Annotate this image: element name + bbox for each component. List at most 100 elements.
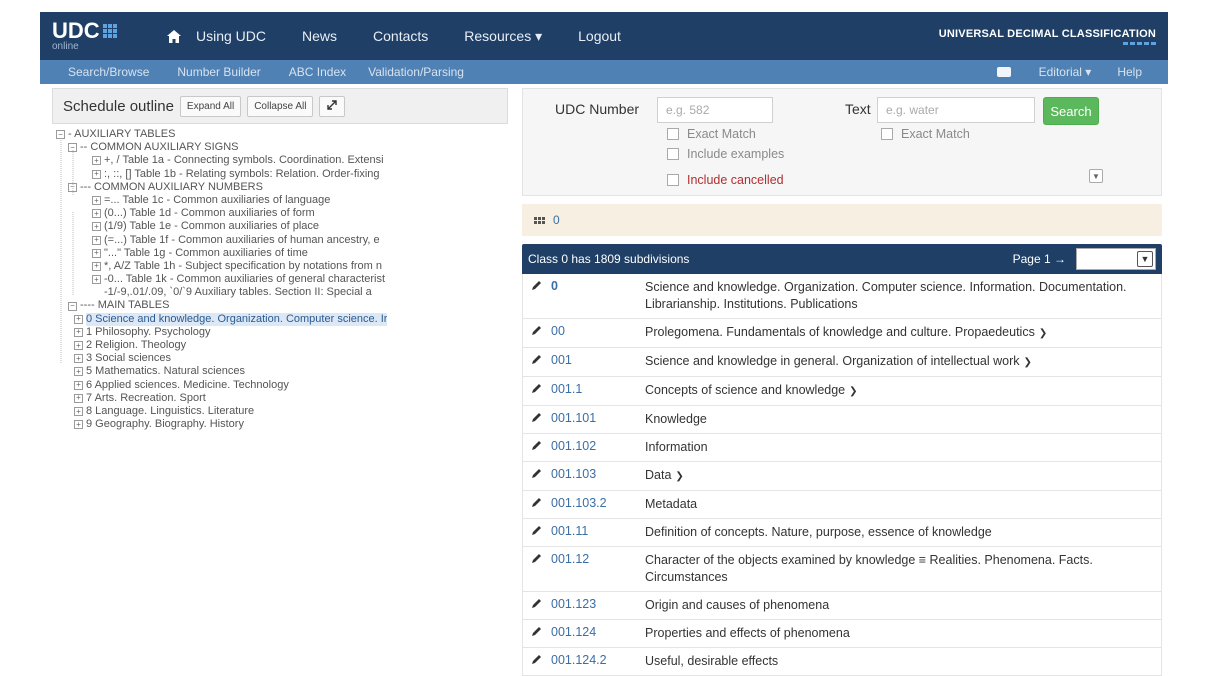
home-icon[interactable] bbox=[152, 29, 196, 43]
tree-node-table-1b[interactable]: +:, ::, [] Table 1b - Relating symbols: … bbox=[56, 168, 508, 181]
expand-icon[interactable]: + bbox=[74, 407, 83, 417]
nav-logout[interactable]: Logout bbox=[578, 28, 621, 44]
edit-pencil-icon[interactable] bbox=[523, 491, 547, 518]
tree-node-class-6[interactable]: +6 Applied sciences. Medicine. Technolog… bbox=[56, 379, 508, 392]
expand-icon[interactable]: + bbox=[92, 156, 101, 166]
include-cancelled-checkbox[interactable]: Include cancelled bbox=[667, 173, 784, 187]
expand-icon[interactable]: + bbox=[92, 261, 101, 271]
expand-icon[interactable]: + bbox=[74, 354, 83, 364]
edit-pencil-icon[interactable] bbox=[523, 348, 547, 376]
tree-node-section-ii[interactable]: -1/-9,.01/.09, `0/`9 Auxiliary tables. S… bbox=[56, 286, 508, 299]
subnav-number-builder[interactable]: Number Builder bbox=[177, 65, 260, 79]
tree-node-class-7[interactable]: +7 Arts. Recreation. Sport bbox=[56, 392, 508, 405]
tree-node-class-9[interactable]: +9 Geography. Biography. History bbox=[56, 418, 508, 431]
result-code[interactable]: 0 bbox=[547, 274, 645, 318]
collapse-icon[interactable]: − bbox=[68, 301, 77, 311]
resize-icon[interactable] bbox=[319, 95, 346, 117]
edit-pencil-icon[interactable] bbox=[523, 592, 547, 619]
comment-icon[interactable] bbox=[996, 67, 1011, 77]
expand-icon[interactable]: + bbox=[74, 367, 83, 377]
tree-node-common-auxiliary-numbers[interactable]: − --- COMMON AUXILIARY NUMBERS bbox=[56, 181, 508, 194]
chevron-down-icon[interactable]: ❯ bbox=[849, 386, 857, 397]
result-code[interactable]: 00 bbox=[547, 319, 645, 347]
tree-node-class-1[interactable]: +1 Philosophy. Psychology bbox=[56, 326, 508, 339]
nav-using-udc[interactable]: Using UDC bbox=[196, 28, 266, 44]
tree-node-main-tables[interactable]: − ---- MAIN TABLES bbox=[56, 299, 508, 312]
page-select[interactable]: ▼ bbox=[1076, 248, 1156, 270]
edit-pencil-icon[interactable] bbox=[523, 406, 547, 433]
tree-node-table-1k[interactable]: + -0... Table 1k - Common auxiliaries of … bbox=[56, 273, 508, 286]
chevron-down-icon[interactable]: ❯ bbox=[675, 471, 683, 482]
expand-icon[interactable]: + bbox=[92, 169, 101, 179]
collapse-icon[interactable]: − bbox=[56, 130, 65, 140]
result-code[interactable]: 001.12 bbox=[547, 547, 645, 591]
nav-contacts[interactable]: Contacts bbox=[373, 28, 428, 44]
nav-resources-dropdown[interactable]: Resources ▾ bbox=[464, 28, 542, 45]
expand-icon[interactable]: + bbox=[92, 275, 101, 285]
tree-node-class-0[interactable]: +0 Science and knowledge. Organization. … bbox=[56, 312, 508, 326]
result-code[interactable]: 001.101 bbox=[547, 406, 645, 433]
tree-node-table-1c[interactable]: + =... Table 1c - Common auxiliaries of l… bbox=[56, 194, 508, 207]
edit-pencil-icon[interactable] bbox=[523, 648, 547, 675]
subnav-help[interactable]: Help bbox=[1117, 65, 1142, 79]
result-code[interactable]: 001.124.2 bbox=[547, 648, 645, 675]
expand-icon[interactable]: + bbox=[92, 196, 101, 206]
expand-icon[interactable]: + bbox=[74, 327, 83, 337]
expand-icon[interactable]: + bbox=[74, 341, 83, 351]
edit-pencil-icon[interactable] bbox=[523, 462, 547, 490]
udc-number-input[interactable] bbox=[657, 97, 773, 123]
tree-node-table-1e[interactable]: + (1/9) Table 1e - Common auxiliaries of … bbox=[56, 220, 508, 233]
search-button[interactable]: Search bbox=[1043, 97, 1099, 125]
subnav-validation-parsing[interactable]: Validation/Parsing bbox=[368, 65, 464, 79]
expand-icon[interactable]: + bbox=[74, 314, 83, 324]
collapse-all-button[interactable]: Collapse All bbox=[247, 95, 314, 117]
tree-node-class-8[interactable]: +8 Language. Linguistics. Literature bbox=[56, 405, 508, 418]
text-search-input[interactable] bbox=[877, 97, 1035, 123]
subnav-search-browse[interactable]: Search/Browse bbox=[68, 65, 149, 79]
edit-pencil-icon[interactable] bbox=[523, 620, 547, 647]
collapse-icon[interactable]: − bbox=[68, 182, 77, 192]
tree-node-class-2[interactable]: +2 Religion. Theology bbox=[56, 339, 508, 352]
udc-logo[interactable]: UDC online bbox=[40, 12, 152, 60]
expand-icon[interactable]: + bbox=[74, 420, 83, 430]
subnav-editorial-dropdown[interactable]: Editorial ▾ bbox=[1039, 65, 1092, 79]
edit-pencil-icon[interactable] bbox=[523, 377, 547, 405]
tree-node-table-1g[interactable]: + "..." Table 1g - Common auxiliaries of … bbox=[56, 247, 508, 260]
tree-node-table-1h[interactable]: + *, A/Z Table 1h - Subject specification… bbox=[56, 260, 508, 273]
expand-icon[interactable]: + bbox=[92, 209, 101, 219]
tree-node-table-1a[interactable]: + +, / Table 1a - Connecting symbols. Coo… bbox=[56, 154, 508, 167]
expand-icon[interactable]: + bbox=[74, 380, 83, 390]
exact-match-checkbox-udc[interactable]: Exact Match bbox=[667, 127, 756, 141]
tree-node-table-1f[interactable]: + (=...) Table 1f - Common auxiliaries of… bbox=[56, 234, 508, 247]
edit-pencil-icon[interactable] bbox=[523, 434, 547, 461]
tree-node-class-5[interactable]: +5 Mathematics. Natural sciences bbox=[56, 365, 508, 378]
expand-icon[interactable]: + bbox=[74, 393, 83, 403]
result-code[interactable]: 001.123 bbox=[547, 592, 645, 619]
expand-all-button[interactable]: Expand All bbox=[179, 95, 242, 117]
chevron-down-icon[interactable]: ▼ bbox=[1089, 169, 1103, 183]
tree-node-class-3[interactable]: +3 Social sciences bbox=[56, 352, 508, 365]
include-examples-checkbox[interactable]: Include examples bbox=[667, 147, 784, 161]
tree-node-table-1d[interactable]: + (0...) Table 1d - Common auxiliaries of… bbox=[56, 207, 508, 220]
expand-icon[interactable]: + bbox=[92, 248, 101, 258]
collapse-icon[interactable]: − bbox=[68, 143, 77, 153]
tree-node-auxiliary-tables[interactable]: − - AUXILIARY TABLES bbox=[56, 128, 508, 141]
result-code[interactable]: 001.102 bbox=[547, 434, 645, 461]
edit-pencil-icon[interactable] bbox=[523, 547, 547, 591]
edit-pencil-icon[interactable] bbox=[523, 319, 547, 347]
edit-pencil-icon[interactable] bbox=[523, 519, 547, 546]
expand-icon[interactable]: + bbox=[92, 222, 101, 232]
result-code[interactable]: 001.11 bbox=[547, 519, 645, 546]
chevron-down-icon[interactable]: ❯ bbox=[1039, 328, 1047, 339]
next-page-link[interactable]: Page 1 → bbox=[1013, 252, 1066, 266]
result-code[interactable]: 001.103 bbox=[547, 462, 645, 490]
exact-match-checkbox-text[interactable]: Exact Match bbox=[881, 127, 970, 141]
result-code[interactable]: 001.1 bbox=[547, 377, 645, 405]
expand-icon[interactable]: + bbox=[92, 235, 101, 245]
chevron-down-icon[interactable]: ❯ bbox=[1024, 357, 1032, 368]
result-code[interactable]: 001 bbox=[547, 348, 645, 376]
tree-node-common-auxiliary-signs[interactable]: − -- COMMON AUXILIARY SIGNS bbox=[56, 141, 508, 154]
edit-pencil-icon[interactable] bbox=[523, 274, 547, 318]
result-code[interactable]: 001.124 bbox=[547, 620, 645, 647]
breadcrumb-class-0[interactable]: 0 bbox=[553, 213, 560, 227]
